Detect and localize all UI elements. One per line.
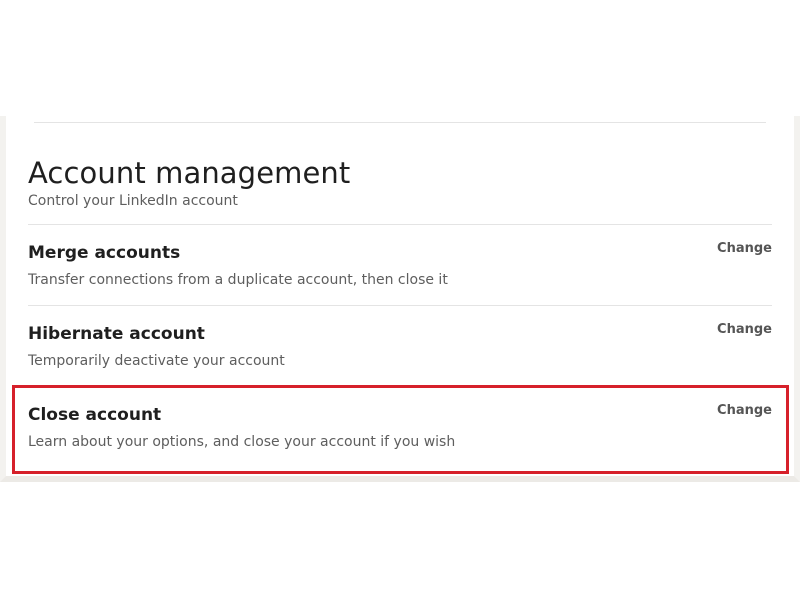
close-account-row[interactable]: Close account Learn about your options, … xyxy=(28,386,772,467)
merge-accounts-row[interactable]: Merge accounts Transfer connections from… xyxy=(28,224,772,305)
merge-accounts-title: Merge accounts xyxy=(28,243,181,263)
merge-accounts-description: Transfer connections from a duplicate ac… xyxy=(28,272,448,288)
hibernate-account-change-button[interactable]: Change xyxy=(717,322,772,337)
section-subtitle: Control your LinkedIn account xyxy=(28,193,238,209)
account-management-panel: Account management Control your LinkedIn… xyxy=(0,116,800,482)
close-account-title: Close account xyxy=(28,405,162,425)
merge-accounts-change-button[interactable]: Change xyxy=(717,241,772,256)
hibernate-account-title: Hibernate account xyxy=(28,324,205,344)
section-title: Account management xyxy=(28,156,351,190)
top-divider xyxy=(34,122,766,123)
hibernate-account-description: Temporarily deactivate your account xyxy=(28,353,285,369)
hibernate-account-row[interactable]: Hibernate account Temporarily deactivate… xyxy=(28,305,772,386)
close-account-change-button[interactable]: Change xyxy=(717,403,772,418)
close-account-description: Learn about your options, and close your… xyxy=(28,434,456,450)
